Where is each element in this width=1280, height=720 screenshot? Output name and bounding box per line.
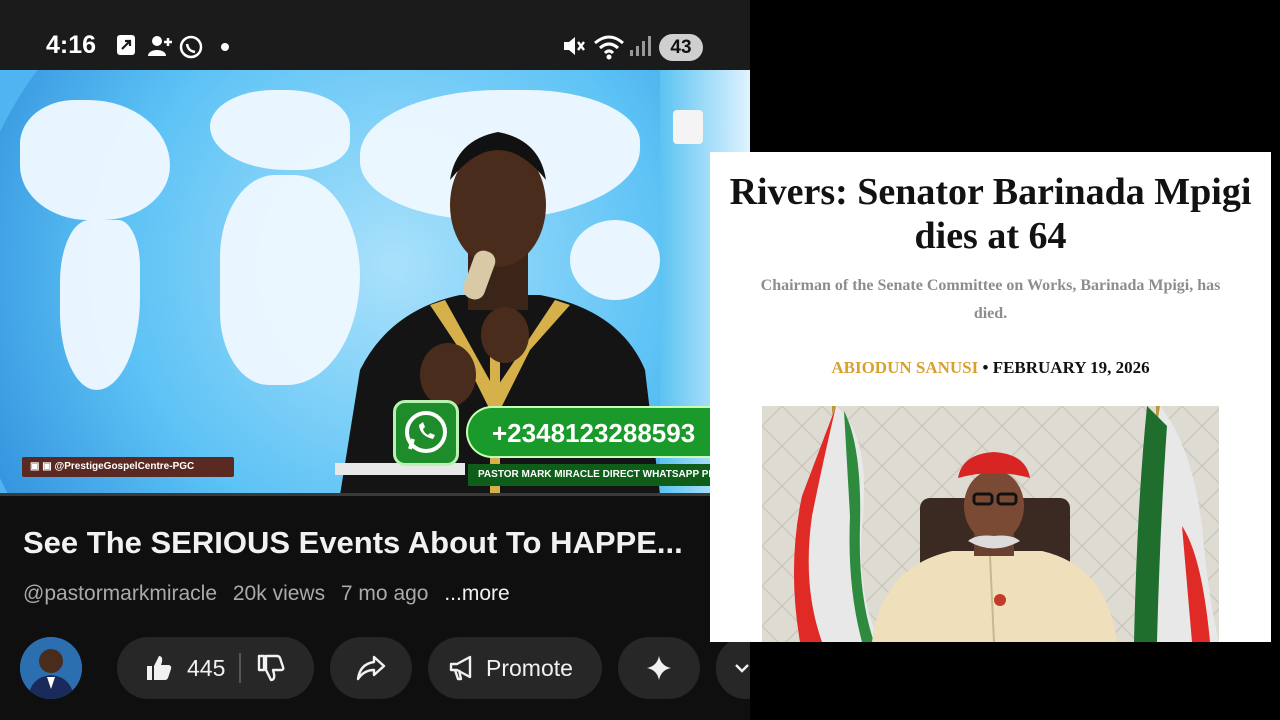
article-byline: ABIODUN SANUSI • FEBRUARY 19, 2026: [710, 358, 1271, 378]
ask-ai-button[interactable]: [618, 637, 700, 699]
signal-icon: [630, 36, 651, 56]
article-subhead: Chairman of the Senate Committee on Work…: [760, 277, 1221, 322]
byline-separator: •: [982, 358, 989, 377]
thumbs-down-icon[interactable]: [257, 654, 285, 682]
video-player[interactable]: ▣ ▣ @PrestigeGospelCentre-PGC +234812328…: [0, 70, 750, 495]
prayer-line-banner: PASTOR MARK MIRACLE DIRECT WHATSAPP PRAY…: [468, 464, 750, 486]
whatsapp-icon: [393, 400, 459, 466]
mute-icon: [564, 37, 585, 55]
promote-button[interactable]: Promote: [428, 637, 602, 699]
whatsapp-number-banner: +2348123288593: [466, 406, 750, 458]
chevron-down-icon: [735, 664, 749, 673]
like-dislike-pill: 445: [117, 637, 314, 699]
whatsapp-icon: [179, 35, 203, 59]
video-progress-bar[interactable]: [0, 493, 750, 496]
article-photo: [762, 406, 1219, 642]
like-count[interactable]: 445: [187, 655, 225, 682]
thumbs-up-icon[interactable]: [145, 654, 173, 682]
more-actions-button[interactable]: [716, 637, 750, 699]
channel-watermark: ▣ ▣ @PrestigeGospelCentre-PGC: [22, 457, 234, 477]
person-add-icon: [148, 36, 172, 56]
senator-portrait: [762, 406, 1219, 642]
video-meta: @pastormarkmiracle 20k views 7 mo ago ..…: [23, 582, 520, 606]
battery-indicator: 43: [659, 34, 703, 61]
more-link[interactable]: ...more: [444, 582, 509, 605]
megaphone-icon: [449, 655, 472, 681]
article-date: FEBRUARY 19, 2026: [992, 358, 1150, 377]
share-button[interactable]: [330, 637, 412, 699]
view-count: 20k views: [232, 582, 326, 605]
wifi-icon: [594, 35, 624, 60]
phone-screenshot: 4:16 43 ▣ ▣ @PrestigeGospelCentre-PGC +2…: [0, 0, 750, 720]
channel-logo: [673, 110, 703, 144]
sparkle-icon: [647, 656, 671, 680]
promote-label: Promote: [486, 654, 573, 681]
status-bar: 4:16 43: [0, 0, 750, 70]
channel-handle[interactable]: @pastormarkmiracle: [23, 582, 217, 605]
channel-avatar[interactable]: [20, 637, 82, 699]
dot-icon: [221, 43, 229, 51]
share-icon: [117, 35, 135, 55]
status-time: 4:16: [46, 31, 97, 59]
article-author[interactable]: ABIODUN SANUSI: [831, 358, 978, 377]
divider: [239, 653, 242, 683]
share-arrow-icon: [356, 655, 386, 681]
upload-age: 7 mo ago: [340, 582, 429, 605]
news-article-card: Rivers: Senator Barinada Mpigi dies at 6…: [710, 152, 1271, 642]
video-title[interactable]: See The SERIOUS Events About To HAPPE...: [23, 525, 713, 561]
article-headline: Rivers: Senator Barinada Mpigi dies at 6…: [729, 171, 1252, 257]
